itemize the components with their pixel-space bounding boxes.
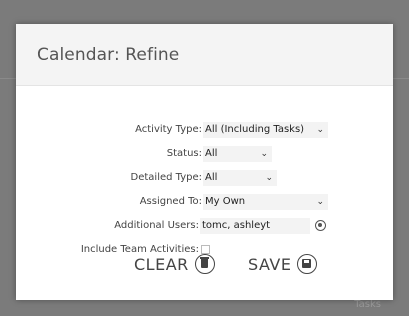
lookup-icon[interactable]: [315, 220, 326, 231]
save-disk-icon: [297, 254, 318, 274]
background-divider: [0, 78, 16, 79]
status-label: Status:: [166, 148, 202, 159]
chevron-down-icon: ⌄: [316, 125, 324, 135]
dialog-actions: CLEAR SAVE: [16, 254, 393, 284]
include-team-checkbox[interactable]: [201, 245, 210, 254]
activity-type-value: All (Including Tasks): [205, 124, 305, 135]
background-divider: [393, 78, 409, 79]
status-select[interactable]: All ⌄: [203, 146, 272, 162]
clear-button[interactable]: CLEAR: [134, 254, 215, 274]
activity-type-row: Activity Type: All (Including Tasks) ⌄: [16, 122, 393, 140]
detailed-type-label: Detailed Type:: [130, 172, 202, 183]
detailed-type-row: Detailed Type: All ⌄: [16, 170, 393, 188]
save-button[interactable]: SAVE: [248, 254, 318, 274]
save-button-label: SAVE: [248, 254, 292, 274]
status-value: All: [205, 148, 218, 159]
activity-type-select[interactable]: All (Including Tasks) ⌄: [203, 122, 328, 138]
chevron-down-icon: ⌄: [265, 173, 273, 183]
clear-button-label: CLEAR: [134, 254, 189, 274]
dialog-title: Calendar: Refine: [37, 44, 180, 65]
additional-users-row: Additional Users: tomc, ashleyt: [16, 218, 393, 236]
dialog-header: Calendar: Refine: [16, 24, 393, 86]
chevron-down-icon: ⌄: [260, 149, 268, 159]
assigned-to-value: My Own: [205, 196, 246, 207]
assigned-to-row: Assigned To: My Own ⌄: [16, 194, 393, 212]
trash-icon: [194, 254, 215, 274]
detailed-type-select[interactable]: All ⌄: [203, 170, 277, 186]
chevron-down-icon: ⌄: [316, 197, 324, 207]
additional-users-value: tomc, ashleyt: [202, 220, 271, 231]
assigned-to-select[interactable]: My Own ⌄: [203, 194, 328, 210]
detailed-type-value: All: [205, 172, 218, 183]
refine-dialog: Calendar: Refine Activity Type: All (Inc…: [16, 24, 393, 300]
activity-type-label: Activity Type:: [135, 124, 202, 135]
additional-users-input[interactable]: tomc, ashleyt: [200, 218, 310, 234]
additional-users-label: Additional Users:: [114, 220, 199, 231]
background-tab-label: Tasks: [354, 299, 381, 310]
assigned-to-label: Assigned To:: [139, 196, 202, 207]
status-row: Status: All ⌄: [16, 146, 393, 164]
